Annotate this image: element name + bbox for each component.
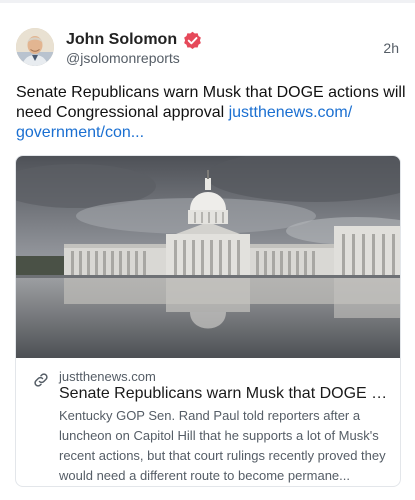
author-handle[interactable]: @jsolomonreports (66, 50, 180, 66)
author-row: John Solomon (66, 29, 202, 51)
post-timestamp[interactable]: 2h (383, 40, 399, 56)
post-text: Senate Republicans warn Musk that DOGE a… (16, 83, 406, 143)
verified-badge-icon (184, 31, 201, 49)
link-card-image[interactable] (16, 156, 400, 358)
top-divider (0, 0, 415, 3)
avatar-image (16, 28, 54, 66)
link-preview-card[interactable]: justthenews.com Senate Republicans warn … (15, 155, 401, 487)
avatar[interactable] (16, 28, 54, 66)
link-card-body[interactable]: justthenews.com Senate Republicans warn … (16, 358, 400, 486)
link-icon (34, 373, 48, 387)
link-card-title[interactable]: Senate Republicans warn Musk that DOGE a… (59, 385, 391, 403)
author-name[interactable]: John Solomon (66, 31, 177, 49)
link-card-domain: justthenews.com (59, 369, 156, 384)
link-card-description: Kentucky GOP Sen. Rand Paul told reporte… (59, 408, 386, 483)
